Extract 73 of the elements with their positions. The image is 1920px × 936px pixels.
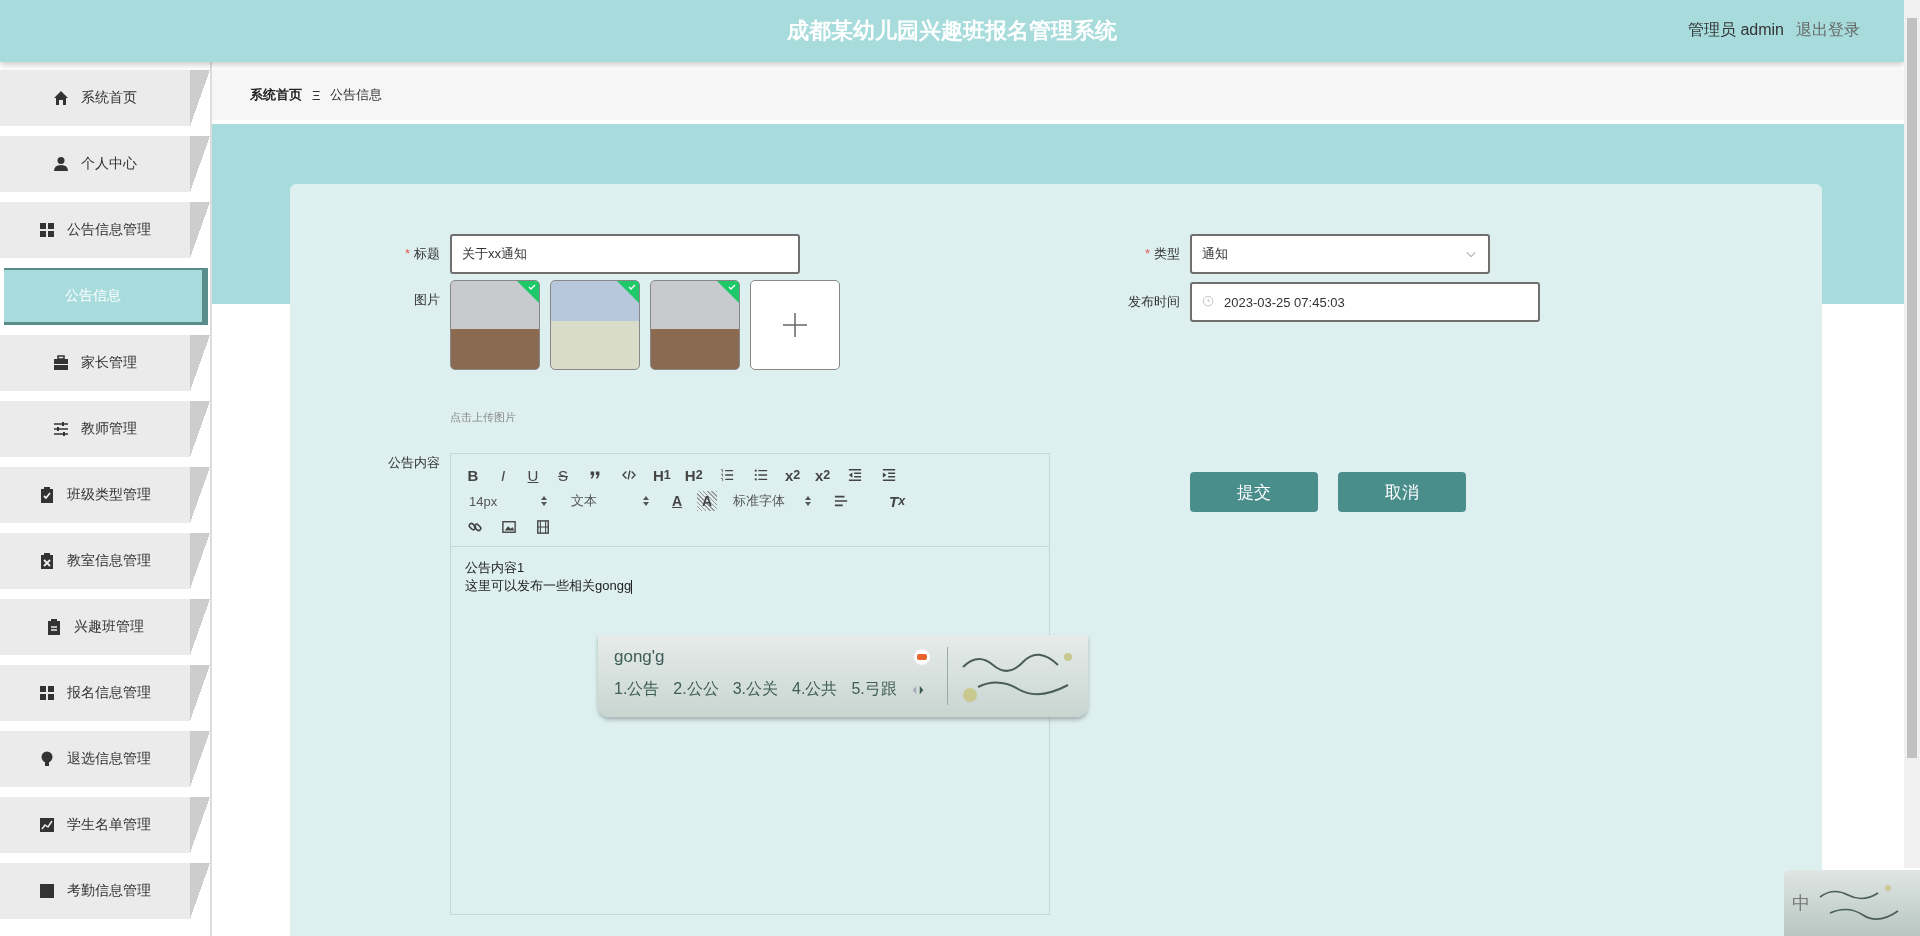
field-label: 类型 [1154, 245, 1180, 263]
ime-candidate[interactable]: 5.弓跟 [851, 679, 897, 700]
ime-logo-icon [913, 648, 931, 666]
sidebar-item[interactable]: 个人中心 [0, 136, 210, 192]
clipboard-check-icon [39, 487, 55, 503]
sidebar-item[interactable]: 学生名单管理 [0, 797, 210, 853]
bullet-list-icon [753, 468, 768, 482]
code-icon [622, 468, 636, 482]
user-label: 管理员 admin [1687, 20, 1784, 40]
field-label: 发布时间 [1128, 293, 1180, 311]
upload-button[interactable] [750, 280, 840, 370]
chart-icon [39, 817, 55, 833]
outdent-icon [847, 468, 862, 482]
ime-candidate[interactable]: 3.公关 [732, 679, 779, 700]
underline-button[interactable]: U [523, 465, 543, 485]
bold-button[interactable]: B [463, 465, 483, 485]
field-label: 图片 [414, 291, 440, 309]
field-label: 公告内容 [388, 454, 440, 472]
date-field[interactable]: 2023-03-25 07:45:03 [1190, 282, 1540, 322]
highlight-button[interactable]: A [697, 491, 717, 511]
indent-icon [881, 468, 896, 482]
sidebar-item[interactable]: 系统首页 [0, 70, 210, 126]
align-left-icon [834, 494, 848, 508]
updown-icon [539, 495, 549, 507]
ime-candidate[interactable]: 4.公共 [792, 679, 838, 700]
type-select[interactable]: 通知 [1190, 234, 1490, 274]
upload-hint: 点击上传图片 [450, 410, 517, 425]
font-color-button[interactable]: A [667, 491, 687, 511]
numbered-list-icon [719, 468, 734, 482]
film-icon [536, 520, 550, 534]
required-mark: * [1144, 245, 1150, 263]
editor-text: 公告内容1 这里可以发布一些相关gongg [464, 559, 634, 596]
breadcrumb-current: 公告信息 [330, 86, 383, 104]
sliders-icon [53, 421, 69, 437]
strikethrough-button[interactable]: S [553, 465, 573, 485]
user-icon [53, 156, 69, 172]
cancel-button[interactable]: 取消 [1338, 472, 1466, 512]
sidebar-item[interactable]: 考勤信息管理 [0, 863, 210, 919]
italic-button[interactable]: I [493, 465, 513, 485]
ime-candidate[interactable]: 1.公告 [614, 679, 660, 700]
sidebar-item[interactable]: 教师管理 [0, 401, 210, 457]
required-mark: * [404, 245, 410, 263]
toolbar-dropdown[interactable]: 14px [463, 493, 555, 509]
ime-composition: gong'g [614, 647, 665, 667]
app-title: 成都某幼儿园兴趣班报名管理系统 [787, 17, 1117, 45]
clipboard-icon [46, 619, 62, 635]
scrollbar[interactable] [1904, 0, 1920, 868]
toolbar-dropdown[interactable]: 标准字体 [727, 492, 819, 510]
clipboard-x-icon [39, 553, 55, 569]
field-label: 标题 [414, 245, 440, 263]
sidebar-item[interactable]: 家长管理 [0, 335, 210, 391]
lightbulb-icon [39, 751, 55, 767]
clock-icon [1202, 295, 1216, 309]
plus-icon [781, 311, 809, 339]
updown-icon [641, 495, 651, 507]
sidebar-item[interactable]: 兴趣班管理 [0, 599, 210, 655]
submit-button[interactable]: 提交 [1190, 472, 1318, 512]
sidebar-item[interactable]: 教室信息管理 [0, 533, 210, 589]
image-icon [502, 520, 516, 534]
breadcrumb-link[interactable]: 系统首页 [250, 86, 302, 104]
sidebar-item[interactable]: 退选信息管理 [0, 731, 210, 787]
ime-candidate[interactable]: 2.公公 [673, 679, 719, 700]
toolbar-dropdown[interactable]: 文本 [565, 492, 657, 510]
title-field[interactable]: 关于xx通知 [450, 234, 800, 274]
sidebar-item[interactable]: 报名信息管理 [0, 665, 210, 721]
link-icon [468, 520, 482, 534]
briefcase-icon [53, 355, 69, 371]
sidebar-item[interactable]: 班级类型管理 [0, 467, 210, 523]
sidebar-item[interactable]: 公告信息管理 [0, 202, 210, 258]
logout-link[interactable]: 退出登录 [1796, 20, 1860, 41]
breadcrumb-separator: Ξ [312, 87, 321, 103]
updown-icon [803, 495, 813, 507]
home-icon [53, 90, 69, 106]
